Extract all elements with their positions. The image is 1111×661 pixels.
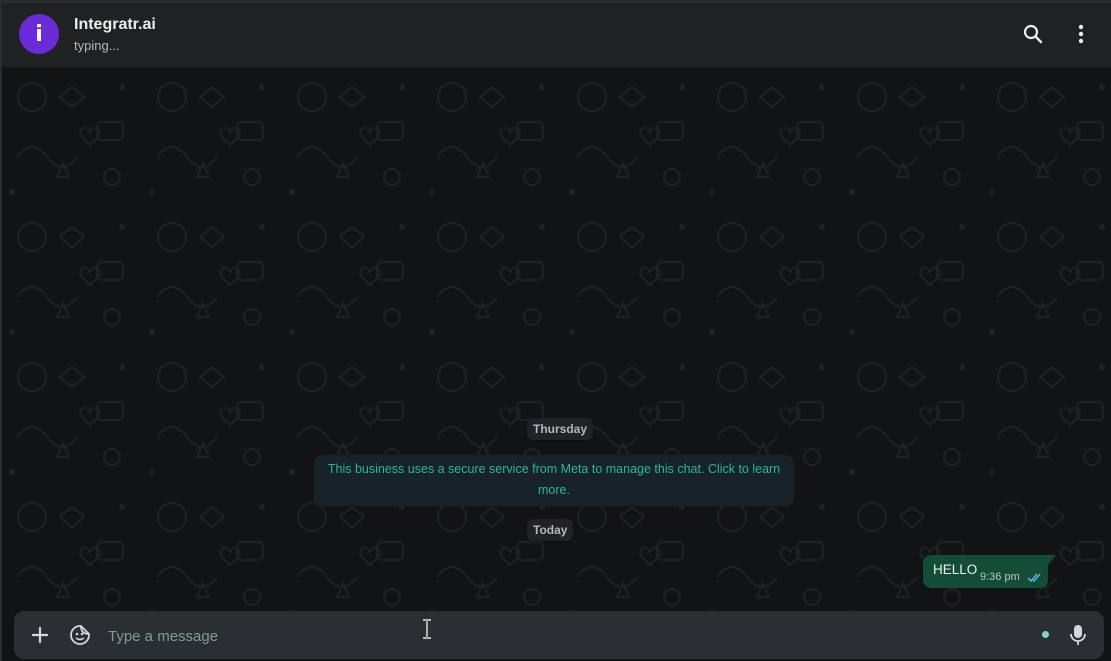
status-dot [1042,631,1049,638]
read-receipt-icon [1027,570,1043,588]
sticker-icon[interactable] [68,623,92,647]
message-input[interactable] [106,619,1010,653]
message-time: 9:36 pm [980,571,1020,583]
outgoing-message[interactable]: HELLO 9:36 pm [923,555,1056,588]
message-composer [14,611,1104,659]
date-separator: Today [527,519,574,541]
message-text: HELLO [933,562,978,577]
typing-status: typing... [74,38,120,53]
search-icon[interactable] [1020,21,1046,47]
date-separator: Thursday [527,418,594,440]
bubble-tail [1048,555,1056,565]
chat-header: i Integratr.ai typing... [2,3,1111,67]
contact-info[interactable]: Integratr.ai typing... [74,15,156,55]
mic-icon[interactable] [1066,623,1090,647]
menu-icon[interactable] [1068,21,1094,47]
chat-area[interactable]: Thursday This business uses a secure ser… [2,67,1111,610]
text-cursor-icon [423,619,431,639]
avatar[interactable]: i [19,14,59,54]
plus-icon[interactable] [28,623,52,647]
encryption-notice[interactable]: This business uses a secure service from… [314,455,794,506]
contact-name: Integratr.ai [74,16,156,33]
